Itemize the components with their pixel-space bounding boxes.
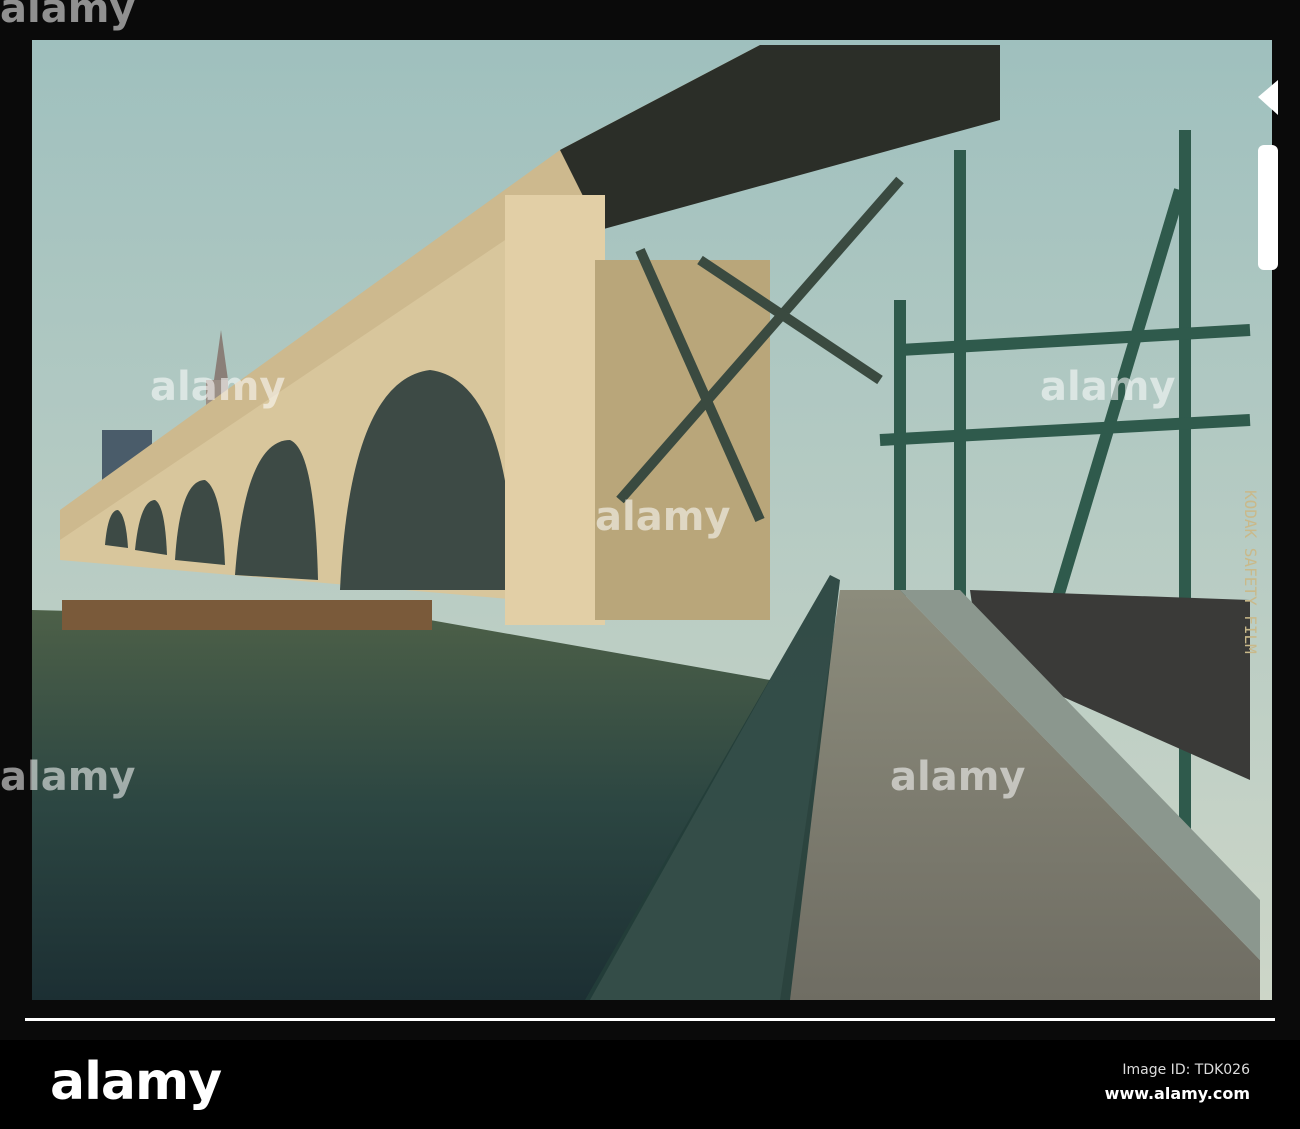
svg-text:alamy: alamy — [595, 494, 730, 540]
photograph-bridge-over-river: KODAK SAFETY FILM alamy alamy alamy alam… — [0, 0, 1300, 1040]
site-url[interactable]: www.alamy.com — [1105, 1084, 1250, 1103]
image-id: Image ID: TDK026 — [1122, 1062, 1250, 1078]
svg-text:alamy: alamy — [150, 364, 285, 410]
svg-text:alamy: alamy — [1040, 364, 1175, 410]
alamy-logo: alamy — [50, 1052, 222, 1112]
svg-text:alamy: alamy — [890, 754, 1025, 800]
svg-text:alamy: alamy — [0, 0, 135, 32]
svg-text:KODAK SAFETY FILM: KODAK SAFETY FILM — [1241, 490, 1260, 654]
stock-footer: alamy Image ID: TDK026 www.alamy.com — [0, 1040, 1300, 1129]
svg-text:alamy: alamy — [0, 754, 135, 800]
